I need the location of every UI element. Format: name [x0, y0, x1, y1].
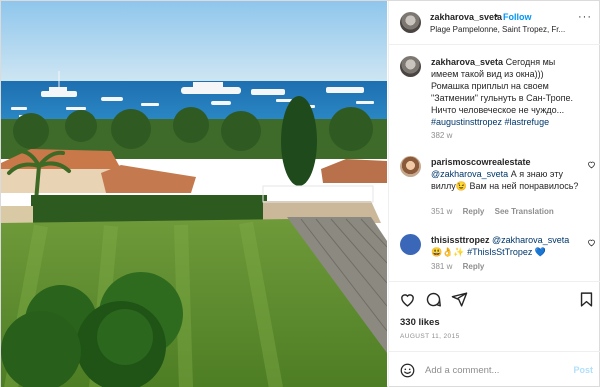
- separator-dot: •: [495, 11, 499, 21]
- heart-icon[interactable]: [587, 238, 596, 247]
- comment-meta: 351 w Reply See Translation: [431, 207, 562, 216]
- comment-mention[interactable]: @zakharova_sveta: [431, 169, 508, 179]
- comment-text: 😃👌✨: [431, 247, 465, 257]
- comments-list: zakharova_sveta Сегодня мы имеем такой в…: [389, 46, 600, 280]
- comment-username[interactable]: parismoscowrealestate: [431, 157, 531, 167]
- post-date[interactable]: AUGUST 11, 2015: [400, 333, 460, 340]
- post-location[interactable]: Plage Pampelonne, Saint Tropez, Fr...: [430, 25, 570, 34]
- comment-username[interactable]: thisissttropez: [431, 235, 490, 245]
- comment-meta: 381 w Reply: [431, 262, 492, 271]
- share-icon[interactable]: [451, 291, 468, 308]
- avatar[interactable]: [400, 12, 421, 33]
- follow-button[interactable]: Follow: [503, 12, 532, 22]
- post-photo[interactable]: [1, 1, 387, 387]
- action-bar: [389, 281, 600, 315]
- comment-text-block: parismoscowrealestate @zakharova_sveta А…: [431, 156, 581, 192]
- bookmark-icon[interactable]: [578, 291, 595, 308]
- comment-mention[interactable]: @zakharova_sveta: [492, 235, 569, 245]
- post-header: zakharova_sveta • Follow Plage Pampelonn…: [389, 1, 600, 45]
- photo-illustration: [1, 1, 387, 387]
- reply-button[interactable]: Reply: [463, 262, 485, 271]
- likes-count[interactable]: 330 likes: [400, 317, 440, 328]
- avatar[interactable]: [400, 156, 421, 177]
- comment-time[interactable]: 351 w: [431, 207, 452, 216]
- avatar[interactable]: [400, 56, 421, 77]
- reply-button[interactable]: Reply: [463, 207, 485, 216]
- comment-text-block: thisissttropez @zakharova_sveta 😃👌✨ #Thi…: [431, 234, 581, 258]
- comment-input[interactable]: [425, 362, 555, 379]
- instagram-post-dialog: zakharova_sveta • Follow Plage Pampelonn…: [0, 0, 600, 387]
- comment-composer: Post: [389, 351, 600, 387]
- post-side-panel: zakharova_sveta • Follow Plage Pampelonn…: [388, 1, 600, 387]
- comment-time[interactable]: 381 w: [431, 262, 452, 271]
- caption-hashtags[interactable]: #augustinsttropez #lastrefuge: [431, 117, 549, 127]
- avatar[interactable]: [400, 234, 421, 255]
- caption-meta: 382 w: [431, 131, 460, 140]
- heart-icon[interactable]: [399, 291, 416, 308]
- post-button[interactable]: Post: [573, 365, 593, 375]
- caption-text-block: zakharova_sveta Сегодня мы имеем такой в…: [431, 56, 581, 128]
- more-options-icon[interactable]: ···: [578, 11, 592, 23]
- comment-hashtag[interactable]: #ThisIsStTropez 💙: [467, 247, 546, 257]
- post-author-username[interactable]: zakharova_sveta: [430, 12, 502, 22]
- comment-icon[interactable]: [425, 291, 442, 308]
- emoji-icon[interactable]: [400, 363, 415, 378]
- heart-icon[interactable]: [587, 160, 596, 169]
- caption-username[interactable]: zakharova_sveta: [431, 57, 503, 67]
- see-translation-button[interactable]: See Translation: [495, 207, 554, 216]
- caption-time[interactable]: 382 w: [431, 131, 452, 140]
